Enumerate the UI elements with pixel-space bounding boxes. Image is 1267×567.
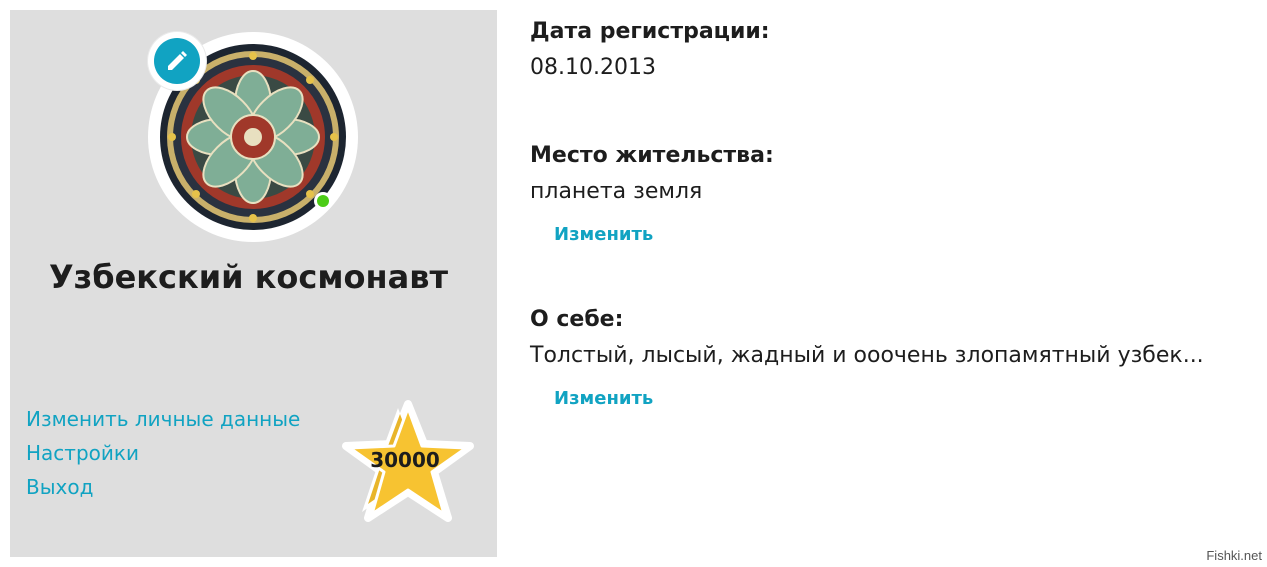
residence-section: Место жительства: планета земля Изменить [530,138,774,248]
settings-link[interactable]: Настройки [26,436,300,470]
registration-section: Дата регистрации: 08.10.2013 [530,14,770,86]
rating-value: 30000 [370,448,440,472]
residence-label: Место жительства: [530,143,774,168]
pencil-icon [168,51,187,70]
username: Узбекский космонавт [48,258,448,296]
logout-link[interactable]: Выход [26,470,300,504]
edit-residence-link[interactable]: Изменить [554,222,774,248]
watermark: Fishki.net [1206,548,1262,563]
about-label: О себе: [530,307,624,332]
profile-card: Узбекский космонавт Изменить личные данн… [10,10,497,557]
edit-avatar-button[interactable] [148,32,206,90]
profile-links: Изменить личные данные Настройки Выход [26,402,300,504]
edit-about-link[interactable]: Изменить [554,386,1204,412]
residence-value: планета земля [530,179,703,204]
about-value: Толстый, лысый, жадный и ооочень злопамя… [530,343,1204,368]
online-status-indicator [314,192,332,210]
about-section: О себе: Толстый, лысый, жадный и ооочень… [530,302,1204,412]
rating-badge: 30000 [330,398,476,530]
registration-label: Дата регистрации: [530,19,770,44]
registration-value: 08.10.2013 [530,55,656,80]
edit-personal-data-link[interactable]: Изменить личные данные [26,402,300,436]
